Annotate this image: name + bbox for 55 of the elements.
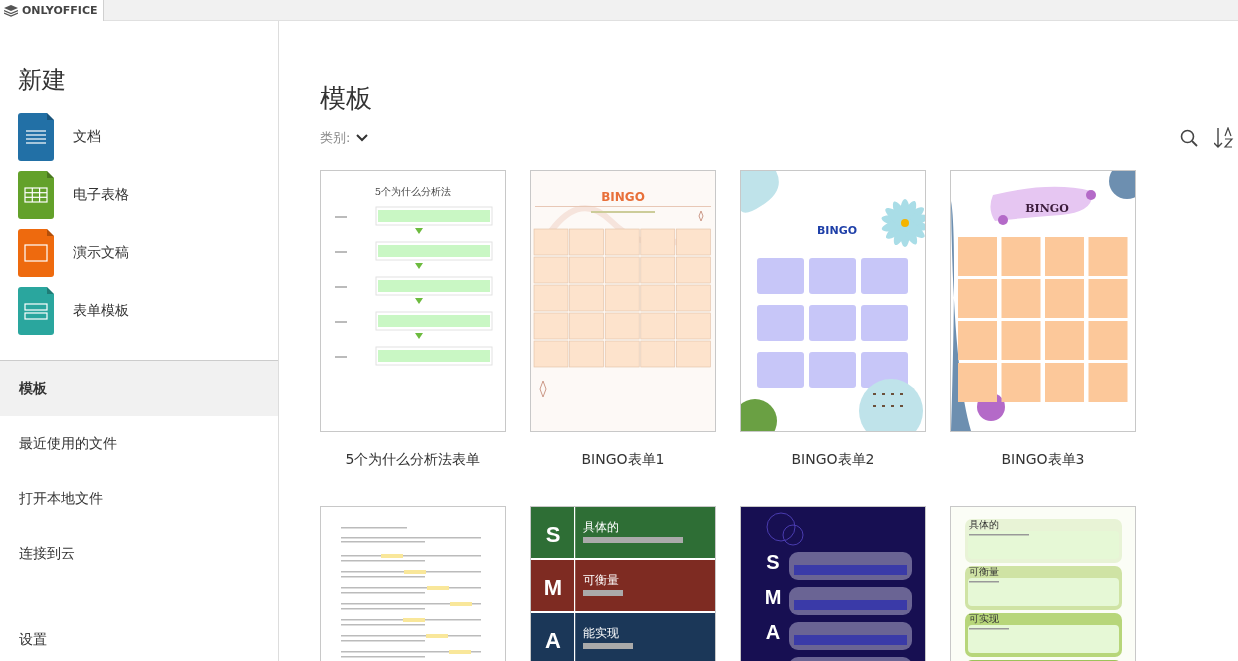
template-name: 5个为什么分析法表单	[345, 451, 481, 469]
sidebar-item[interactable]: 模板	[0, 361, 278, 416]
label-line	[335, 216, 347, 218]
preview-title: 5个为什么分析法	[374, 186, 452, 197]
layers-icon	[4, 4, 18, 17]
app-tab[interactable]: ONLYOFFICE	[0, 0, 104, 21]
preview-letter: A	[545, 628, 561, 653]
preview-heading: 可衡量	[969, 566, 999, 577]
template-thumbnail[interactable]: BINGO	[950, 170, 1136, 432]
search-icon[interactable]	[1180, 129, 1198, 147]
preview-letter: M	[543, 575, 563, 600]
create-item-label[interactable]: 表单模板	[73, 302, 129, 320]
preview-title: BINGO	[601, 190, 645, 204]
presentation-file-icon[interactable]	[18, 229, 54, 277]
create-item-label[interactable]: 文档	[73, 128, 101, 146]
create-item-label[interactable]: 演示文稿	[73, 244, 129, 262]
triangle-down-icon	[415, 263, 423, 269]
preview-heading: 可实现	[969, 613, 999, 624]
template-thumbnail[interactable]: S M A	[740, 506, 926, 661]
spreadsheet-file-icon[interactable]	[18, 171, 54, 219]
category-dropdown[interactable]: 类别:	[320, 129, 369, 147]
preview-letter: S	[545, 522, 561, 547]
sidebar-item[interactable]: 连接到云	[0, 526, 278, 581]
template-name: BINGO表单3	[1001, 451, 1085, 469]
template-thumbnail[interactable]: S 具体的 M 可衡量 A 能实现	[530, 506, 716, 661]
preview-title: BINGO	[816, 224, 858, 237]
triangle-down-icon	[415, 333, 423, 339]
page-title: 模板	[320, 82, 373, 115]
template-thumbnail[interactable]: 5个为什么分析法	[320, 170, 506, 432]
template-thumbnail[interactable]: 具体的 可衡量 可实现	[950, 506, 1136, 661]
preview-heading: 具体的	[969, 519, 999, 530]
preview-letter: M	[764, 586, 782, 608]
settings-item[interactable]: 设置	[0, 631, 278, 649]
sidebar-item[interactable]: 打开本地文件	[0, 471, 278, 526]
preview-heading: 可衡量	[583, 573, 619, 587]
label-line	[335, 286, 347, 288]
triangle-down-icon	[415, 298, 423, 304]
preview-heading: 具体的	[583, 520, 619, 534]
sidebar-item[interactable]: 最近使用的文件	[0, 416, 278, 471]
preview-letter: S	[766, 551, 780, 573]
template-thumbnail[interactable]: BINGO	[740, 170, 926, 432]
document-file-icon[interactable]	[18, 113, 54, 161]
preview-title: BINGO	[1025, 202, 1069, 215]
template-name: BINGO表单1	[581, 451, 665, 469]
create-item-label[interactable]: 电子表格	[73, 186, 129, 204]
chevron-down-icon	[356, 134, 369, 142]
label-line	[335, 356, 347, 358]
preview-letter: A	[765, 621, 781, 643]
label-line	[335, 251, 347, 253]
new-heading: 新建	[18, 65, 67, 96]
triangle-down-icon	[415, 228, 423, 234]
label-line	[335, 321, 347, 323]
template-name: BINGO表单2	[791, 451, 875, 469]
preview-heading: 能实现	[583, 626, 619, 640]
form-file-icon[interactable]	[18, 287, 54, 335]
